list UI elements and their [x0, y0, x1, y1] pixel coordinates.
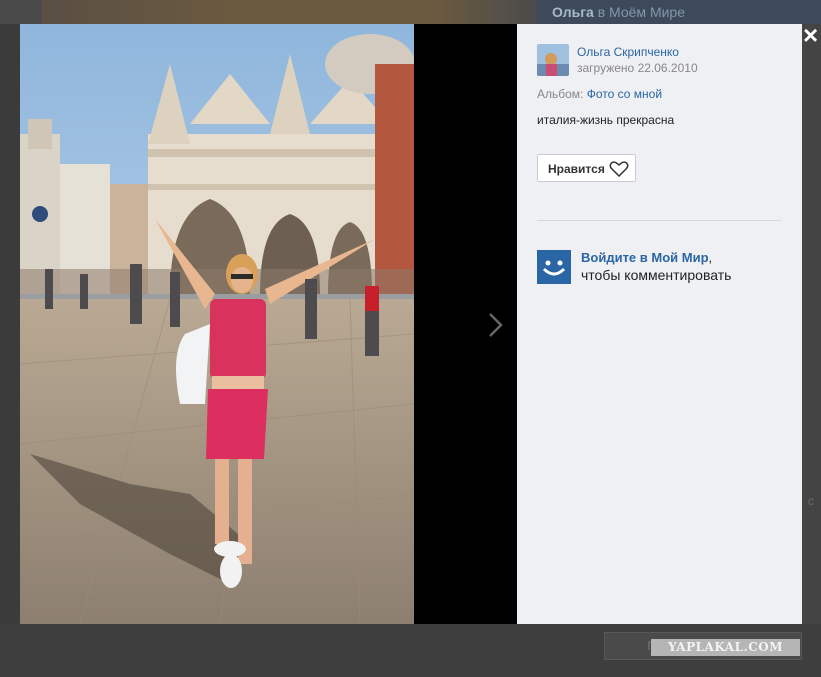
photo-caption: италия-жизнь прекрасна	[537, 113, 675, 127]
background-user-tag: Ольга в Моём Мире	[537, 0, 821, 24]
background-right-edge: с	[802, 24, 821, 624]
photo-image[interactable]	[20, 24, 414, 624]
background-banner	[42, 0, 537, 24]
watermark: YAPLAKAL.COM	[651, 639, 800, 656]
album-link[interactable]: Фото со мной	[587, 87, 662, 101]
close-icon[interactable]: ×	[803, 22, 821, 48]
photo-viewer	[20, 24, 517, 624]
author-link[interactable]: Ольга Скрипченко	[577, 45, 679, 59]
login-hint: чтобы комментировать	[581, 267, 732, 283]
like-button[interactable]: Нравится	[537, 154, 636, 182]
next-arrow-icon[interactable]	[483, 310, 507, 340]
divider	[537, 220, 781, 221]
heart-icon	[609, 161, 629, 177]
album-label: Альбом:	[537, 87, 584, 101]
avatar[interactable]	[537, 44, 569, 76]
album-info: Альбом: Фото со мной	[537, 87, 662, 101]
background-header: Ольга в Моём Мире	[0, 0, 821, 24]
photo-info-panel: Ольга Скрипченко загружено 22.06.2010 Ал…	[517, 24, 802, 624]
like-label: Нравится	[548, 162, 605, 176]
moi-mir-smile-icon	[537, 250, 571, 284]
login-link[interactable]: Войдите в Мой Мир,	[581, 250, 712, 265]
upload-date: загружено 22.06.2010	[577, 61, 698, 75]
